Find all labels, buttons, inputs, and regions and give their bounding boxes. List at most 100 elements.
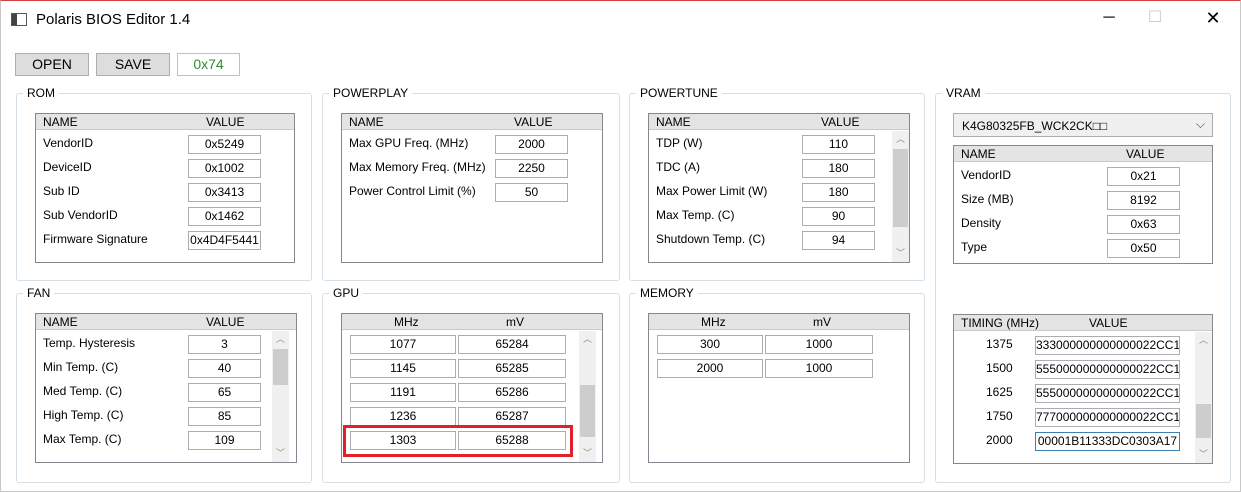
scrollbar-thumb[interactable] [273,349,288,385]
powerplay-row-value[interactable]: 50 [495,183,568,202]
vram-grid-header: NAME VALUE [954,146,1212,162]
gpu-group-label: GPU [329,286,364,300]
vram-row-value[interactable]: 0x21 [1107,167,1180,186]
powerplay-col-name: NAME [349,115,384,129]
memory-col-mv: mV [813,315,831,329]
gpu-mhz-cell[interactable]: 1077 [350,335,456,354]
scrollbar-thumb[interactable] [580,385,595,437]
scroll-up-icon[interactable]: ︿ [1195,332,1212,349]
memory-mv-cell[interactable]: 1000 [765,335,873,354]
gpu-col-mhz: MHz [394,315,419,329]
fan-row: Max Temp. (C) 109 [36,427,296,451]
fan-scrollbar[interactable]: ︿ ﹀ [272,331,289,462]
vram-row-value[interactable]: 8192 [1107,191,1180,210]
fan-row-name: Med Temp. (C) [43,384,123,398]
powertune-row-value[interactable]: 180 [802,159,875,178]
timing-scrollbar[interactable]: ︿ ﹀ [1195,332,1212,463]
memory-mhz-cell[interactable]: 2000 [657,359,763,378]
gpu-mhz-cell[interactable]: 1145 [350,359,456,378]
timing-row-value[interactable]: 555000000000000022CC1 [1035,360,1180,379]
chevron-down-icon[interactable]: ⌵ [1196,117,1205,132]
scroll-up-icon[interactable]: ︿ [272,331,289,348]
powerplay-row-name: Power Control Limit (%) [349,184,476,198]
scroll-down-icon[interactable]: ﹀ [1195,446,1212,463]
vram-select-value: K4G80325FB_WCK2CK□□ [962,119,1108,133]
gpu-mv-cell[interactable]: 65287 [458,407,566,426]
timing-grid: TIMING (MHz) VALUE 1375 3330000000000000… [953,314,1213,464]
scroll-up-icon[interactable]: ︿ [892,131,909,148]
scroll-down-icon[interactable]: ﹀ [892,245,909,262]
rom-row-value[interactable]: 0x1002 [188,159,261,178]
rom-col-name: NAME [43,115,78,129]
timing-grid-header: TIMING (MHz) VALUE [954,315,1212,331]
timing-row-value[interactable]: 777000000000000022CC1 [1035,408,1180,427]
rom-row-value[interactable]: 0x5249 [188,135,261,154]
vram-grid: NAME VALUE VendorID 0x21 Size (MB) 8192 … [953,145,1213,264]
fan-row-value[interactable]: 40 [188,359,261,378]
powerplay-row-value[interactable]: 2250 [495,159,568,178]
scrollbar-thumb[interactable] [893,149,908,227]
rom-row: DeviceID 0x1002 [36,155,294,179]
memory-mv-cell[interactable]: 1000 [765,359,873,378]
powertune-row-value[interactable]: 94 [802,231,875,250]
vram-row-value[interactable]: 0x63 [1107,215,1180,234]
powertune-scrollbar[interactable]: ︿ ﹀ [892,131,909,262]
timing-row-value[interactable]: 333000000000000022CC1 [1035,336,1180,355]
scrollbar-thumb[interactable] [1196,404,1211,438]
vram-row-value[interactable]: 0x50 [1107,239,1180,258]
vram-row-name: Type [961,240,988,254]
timing-row-mhz: 1750 [986,409,1013,423]
timing-row-value[interactable]: 00001B11333DC0303A17 [1035,432,1180,451]
powerplay-row-value[interactable]: 2000 [495,135,568,154]
open-button[interactable]: OPEN [15,53,89,76]
powertune-grid: NAME VALUE TDP (W) 110 TDC (A) 180 Max P… [648,113,910,263]
rom-row-name: Sub VendorID [43,208,118,222]
rom-row: Firmware Signature 0x4D4F5441 [36,227,294,251]
save-button[interactable]: SAVE [96,53,170,76]
powerplay-group-label: POWERPLAY [329,86,413,100]
checksum-field[interactable]: 0x74 [177,53,240,76]
rom-row-name: Sub ID [43,184,80,198]
powertune-row-name: Max Power Limit (W) [656,184,768,198]
vram-select[interactable]: K4G80325FB_WCK2CK□□ ⌵ [953,113,1213,137]
scroll-down-icon[interactable]: ﹀ [272,445,289,462]
timing-row-value[interactable]: 555000000000000022CC1 [1035,384,1180,403]
memory-group-label: MEMORY [636,286,698,300]
gpu-mhz-cell[interactable]: 1191 [350,383,456,402]
gpu-mv-cell[interactable]: 65285 [458,359,566,378]
vram-col-name: NAME [961,147,996,161]
powertune-row-value[interactable]: 180 [802,183,875,202]
timing-row-mhz: 1625 [986,385,1013,399]
rom-grid: NAME VALUE VendorID 0x5249 DeviceID 0x10… [35,113,295,263]
powertune-row-name: Shutdown Temp. (C) [656,232,766,246]
gpu-scrollbar[interactable]: ︿ ﹀ [579,331,596,462]
fan-row-value[interactable]: 85 [188,407,261,426]
rom-row: VendorID 0x5249 [36,131,294,155]
powertune-row-value[interactable]: 90 [802,207,875,226]
memory-mhz-cell[interactable]: 300 [657,335,763,354]
fan-row-value[interactable]: 3 [188,335,261,354]
fan-row-name: Temp. Hysteresis [43,336,136,350]
rom-row-value[interactable]: 0x4D4F5441 [188,231,261,250]
powertune-row-value[interactable]: 110 [802,135,875,154]
fan-row-value[interactable]: 109 [188,431,261,450]
minimize-button[interactable]: ─ [1086,1,1132,35]
close-button[interactable]: ✕ [1190,1,1236,35]
powertune-row: TDC (A) 180 [649,155,909,179]
vram-row-name: Size (MB) [961,192,1014,206]
gpu-mv-cell[interactable]: 65286 [458,383,566,402]
rom-row-value[interactable]: 0x1462 [188,207,261,226]
rom-row: Sub VendorID 0x1462 [36,203,294,227]
fan-row-value[interactable]: 65 [188,383,261,402]
rom-row-value[interactable]: 0x3413 [188,183,261,202]
rom-col-value: VALUE [206,115,245,129]
fan-row-name: Min Temp. (C) [43,360,119,374]
maximize-button[interactable]: ☐ [1132,1,1178,35]
powerplay-row: Max GPU Freq. (MHz) 2000 [342,131,602,155]
scroll-down-icon[interactable]: ﹀ [579,445,596,462]
powertune-row-name: TDC (A) [656,160,700,174]
gpu-mv-cell[interactable]: 65284 [458,335,566,354]
gpu-mhz-cell[interactable]: 1236 [350,407,456,426]
scroll-up-icon[interactable]: ︿ [579,331,596,348]
powertune-row-name: TDP (W) [656,136,703,150]
